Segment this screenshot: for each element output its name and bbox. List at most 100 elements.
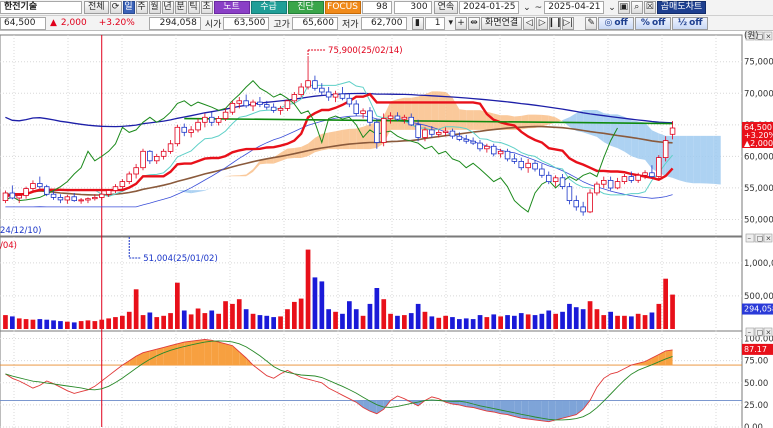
date-to-chevron-down-icon[interactable]: ⌄ [606, 3, 618, 13]
last-osc-tag-text: 87.17 [744, 345, 767, 354]
toggle-2-button[interactable]: % off [635, 16, 672, 30]
cloud-segment [693, 135, 701, 184]
volume-bar [195, 308, 201, 329]
volume-bar [395, 315, 400, 329]
volume-bar [65, 321, 70, 329]
close-icon: × [766, 235, 772, 243]
toggle-3-button[interactable]: ½ off [672, 16, 709, 30]
pen-icon[interactable]: ✎ [585, 16, 598, 30]
stock-name-field[interactable]: 한전기술 [0, 1, 82, 14]
volume-bar [463, 318, 469, 329]
volume-bar [525, 314, 531, 329]
date-annotation: 24/12/10) [0, 226, 42, 236]
period-button-1[interactable]: 주 [135, 1, 148, 14]
market-button[interactable]: 전체 [84, 1, 109, 14]
focus-button[interactable]: FOCUS [324, 1, 361, 14]
next-icon[interactable]: ▷ [536, 16, 549, 30]
candle-body [167, 143, 174, 152]
candle-body [57, 196, 64, 201]
volume-bar [443, 315, 448, 329]
diagnosis-button[interactable]: 진단 [287, 1, 324, 14]
cloud-segment [638, 121, 646, 160]
short-sell-chart-button[interactable]: 곱매도차트 [656, 1, 707, 14]
supply-button[interactable]: 수급 [250, 1, 287, 14]
count2-input[interactable]: 300 [393, 1, 432, 14]
osc-tick-label: 0.00 [744, 423, 763, 428]
stock-chart[interactable]: 75,00070,00065,00060,00055,00050,0001,00… [0, 31, 773, 428]
osc-overbought-fill [211, 340, 219, 366]
fit-icon[interactable]: ⇹ [468, 16, 481, 30]
osc-oversold-fill [548, 400, 556, 422]
date-separator: ~ [534, 2, 543, 13]
toggle-icon[interactable]: ☒ [643, 1, 656, 14]
period-button-4[interactable]: 분 [174, 1, 187, 14]
osc-tick-label: 50.00 [744, 379, 768, 389]
candle-body [236, 100, 242, 104]
volume-bar [133, 289, 139, 329]
candle-body [422, 129, 428, 138]
open-box: 63,500 [223, 16, 270, 30]
volume-bar [477, 315, 483, 329]
volume-bar [512, 315, 517, 329]
volume-box: 294,058 [148, 16, 201, 30]
prev-icon[interactable]: ◁ [523, 16, 536, 30]
screen-link-button[interactable]: 화면연결 [481, 16, 523, 30]
volume-bar [3, 315, 8, 329]
date-from-input[interactable]: 2024-01-25 [459, 1, 520, 14]
candle-body [188, 129, 194, 133]
candle-body [408, 116, 414, 126]
candle-body [202, 116, 208, 123]
candle-body [649, 172, 655, 178]
period-button-3[interactable]: 년 [161, 1, 174, 14]
osc-overbought-fill [177, 342, 185, 366]
zoom-input[interactable]: 1 [424, 16, 445, 30]
candle-body [573, 200, 580, 208]
volume-annotation: /04) [0, 241, 17, 251]
last-icon[interactable]: ▷| [562, 16, 575, 30]
volume-bar [670, 294, 675, 329]
toggle-1-button[interactable]: ◎ off [598, 16, 635, 30]
low-value: 62,700 [371, 17, 403, 28]
candle-body [30, 183, 36, 189]
candle-body [195, 121, 201, 131]
candle-body [119, 181, 126, 188]
count-input[interactable]: 98 [361, 1, 392, 14]
note-button[interactable]: 노트 [213, 1, 250, 14]
period-button-0[interactable]: 일 [122, 1, 135, 14]
bar-icon[interactable]: ▮ [411, 16, 424, 30]
plus-icon[interactable]: + [455, 16, 468, 30]
volume-bar [71, 322, 77, 329]
zoom-chevron-down-icon[interactable]: ▾ [447, 18, 456, 28]
candle-body [484, 145, 490, 150]
continuous-button[interactable]: 연속 [433, 1, 459, 14]
candle-body [133, 167, 139, 175]
maximize-icon: ▢ [757, 235, 764, 243]
toolbar-top: 한전기술 전체 ⟳ 일주월년분틱초 노트 수급 진단 FOCUS 98 300 … [0, 0, 773, 16]
volume-bar [381, 299, 387, 329]
search-icon[interactable]: ⌕ [630, 1, 643, 14]
osc-oversold-fill [562, 400, 570, 419]
period-button-2[interactable]: 월 [148, 1, 161, 14]
period-buttons: 일주월년분틱초 [122, 1, 214, 14]
open-value: 63,500 [233, 17, 266, 28]
period-button-6[interactable]: 초 [200, 1, 213, 14]
volume-bar [188, 314, 194, 329]
toolbar-quote: 64,500 ▲ 2,000 +3.20% 294,058 시가 63,500 … [0, 16, 773, 31]
candle-body [552, 177, 559, 183]
candle-body [594, 183, 600, 194]
candle-body [16, 195, 22, 199]
date-from-chevron-down-icon[interactable]: ⌄ [521, 3, 533, 13]
volume-bar [298, 298, 304, 329]
save-icon[interactable]: ▣ [617, 1, 630, 14]
date-to-input[interactable]: 2025-04-21 [544, 1, 605, 14]
volume-bar [78, 321, 84, 329]
volume-tick-label: 1,000,000 [744, 259, 773, 269]
candle-body [607, 179, 614, 189]
period-button-5[interactable]: 틱 [187, 1, 200, 14]
candle-body [339, 93, 346, 99]
volume-bar [10, 316, 15, 329]
refresh-icon[interactable]: ⟳ [109, 1, 122, 14]
toggle-2-icon: % [640, 17, 650, 28]
pause-icon[interactable]: ❙❙ [548, 16, 563, 30]
price-change: 2,000 [60, 18, 87, 28]
